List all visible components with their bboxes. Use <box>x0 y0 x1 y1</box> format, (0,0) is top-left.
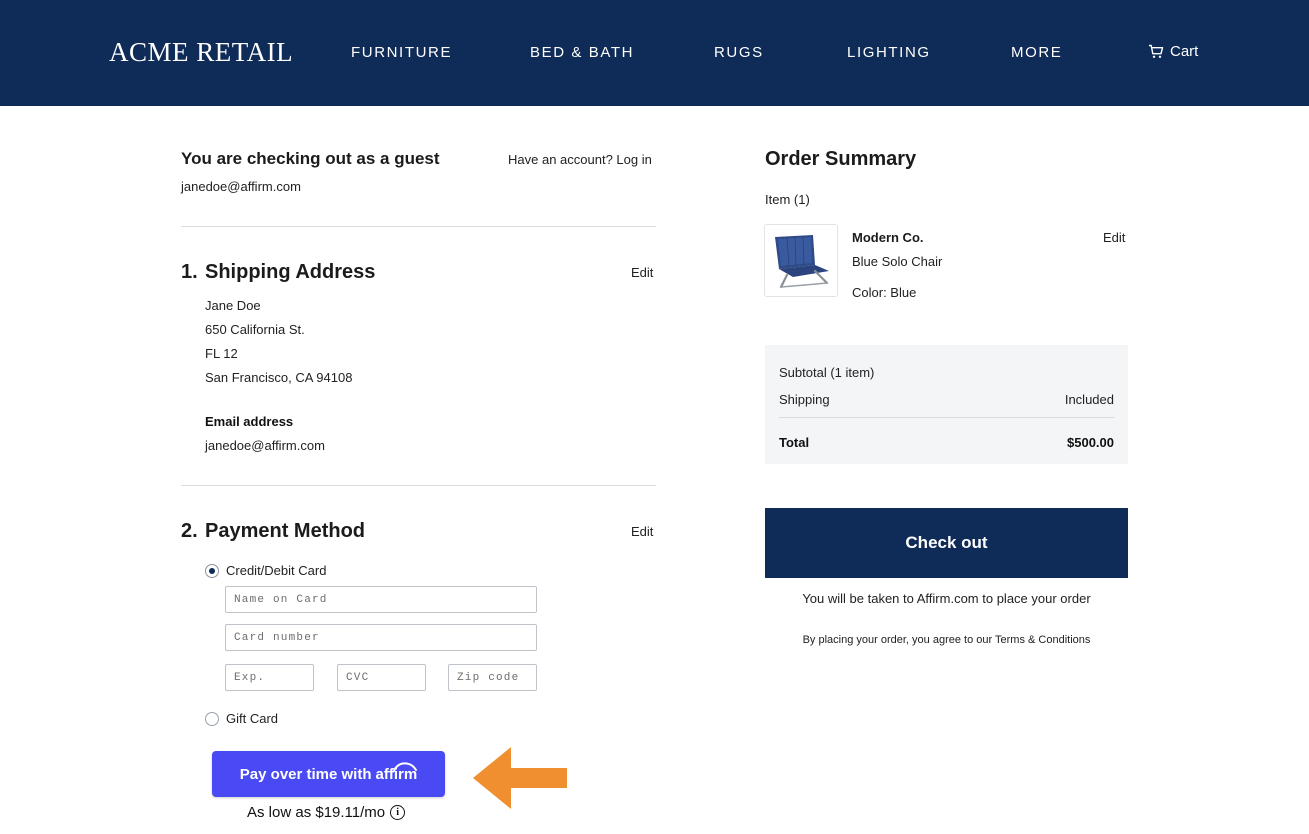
shipping-value: Included <box>1064 392 1114 407</box>
section-number: 1. <box>181 261 198 283</box>
credit-card-radio[interactable] <box>205 563 219 578</box>
credit-card-option[interactable]: Credit/Debit Card <box>205 563 326 578</box>
gift-card-radio[interactable] <box>205 711 219 726</box>
divider <box>181 485 656 486</box>
expiry-input[interactable] <box>225 664 314 691</box>
shipping-title-text: Shipping Address <box>205 261 376 283</box>
order-totals-panel: Subtotal (1 item) Shipping Included Tota… <box>765 345 1128 464</box>
payment-title-text: Payment Method <box>205 520 366 542</box>
zip-code-input[interactable] <box>448 664 537 691</box>
subtotal-label: Subtotal (1 item) <box>779 365 875 380</box>
nav-item-bed-bath[interactable]: BED & BATH <box>530 44 634 61</box>
nav-item-lighting[interactable]: LIGHTING <box>847 44 931 61</box>
shipping-email: janedoe@affirm.com <box>205 438 325 453</box>
product-name: Blue Solo Chair <box>852 254 943 269</box>
product-brand: Modern Co. <box>852 230 924 245</box>
totals-divider <box>779 417 1114 418</box>
affirm-redirect-note: You will be taken to Affirm.com to place… <box>802 591 1091 606</box>
item-edit-link[interactable]: Edit <box>1103 230 1125 245</box>
total-label: Total <box>779 435 810 450</box>
address-line: FL 12 <box>205 346 238 361</box>
total-row: Total $500.00 <box>779 435 1114 450</box>
affirm-arc-icon <box>392 761 417 772</box>
subtotal-row: Subtotal (1 item) <box>779 365 1114 380</box>
product-thumbnail <box>764 224 838 297</box>
address-line: 650 California St. <box>205 322 305 337</box>
cart-link[interactable]: Cart <box>1148 43 1198 60</box>
guest-email: janedoe@affirm.com <box>181 179 301 194</box>
gift-card-label: Gift Card <box>226 711 279 726</box>
cart-label: Cart <box>1170 43 1199 60</box>
shipping-label: Shipping <box>779 392 830 407</box>
as-low-as-text: As low as $19.11/mo <box>247 804 386 821</box>
nav-item-furniture[interactable]: FURNITURE <box>351 44 452 61</box>
info-icon[interactable]: i <box>390 805 406 820</box>
payment-edit-link[interactable]: Edit <box>631 524 653 539</box>
brand-logo[interactable]: ACME RETAIL <box>109 37 293 68</box>
card-number-input[interactable] <box>225 624 537 651</box>
nav-item-rugs[interactable]: RUGS <box>714 44 764 61</box>
login-link[interactable]: Have an account? Log in <box>508 152 652 167</box>
credit-card-label: Credit/Debit Card <box>226 563 327 578</box>
affirm-button-label: Pay over time with <box>239 765 372 783</box>
affirm-logo: affirm <box>376 761 417 783</box>
shipping-row: Shipping Included <box>779 392 1114 407</box>
shipping-section-title: 1. Shipping Address <box>181 261 375 284</box>
name-on-card-input[interactable] <box>225 586 537 613</box>
shipping-edit-link[interactable]: Edit <box>631 265 653 280</box>
product-color: Color: Blue <box>852 285 917 300</box>
pay-with-affirm-button[interactable]: Pay over time with affirm <box>212 751 445 797</box>
address-line: Jane Doe <box>205 298 261 313</box>
guest-checkout-title: You are checking out as a guest <box>181 149 440 168</box>
address-line: San Francisco, CA 94108 <box>205 370 353 385</box>
payment-section-title: 2. Payment Method <box>181 520 365 543</box>
gift-card-option[interactable]: Gift Card <box>205 711 278 726</box>
nav-item-more[interactable]: MORE <box>1011 44 1062 61</box>
order-summary-title: Order Summary <box>765 148 917 170</box>
section-number: 2. <box>181 520 198 542</box>
cart-icon <box>1149 44 1164 58</box>
blue-chair-image <box>765 225 837 296</box>
total-value: $500.00 <box>1067 435 1114 450</box>
arrow-left-icon <box>473 747 567 809</box>
affirm-monthly-price: As low as $19.11/mo i <box>247 804 406 821</box>
cvc-input[interactable] <box>337 664 426 691</box>
item-count: Item (1) <box>765 192 810 207</box>
terms-note: By placing your order, you agree to our … <box>802 634 1091 646</box>
checkout-button[interactable]: Check out <box>765 508 1128 578</box>
email-address-label: Email address <box>205 414 294 429</box>
divider <box>181 226 656 227</box>
top-nav-bar: ACME RETAIL FURNITURE BED & BATH RUGS LI… <box>0 0 1309 106</box>
